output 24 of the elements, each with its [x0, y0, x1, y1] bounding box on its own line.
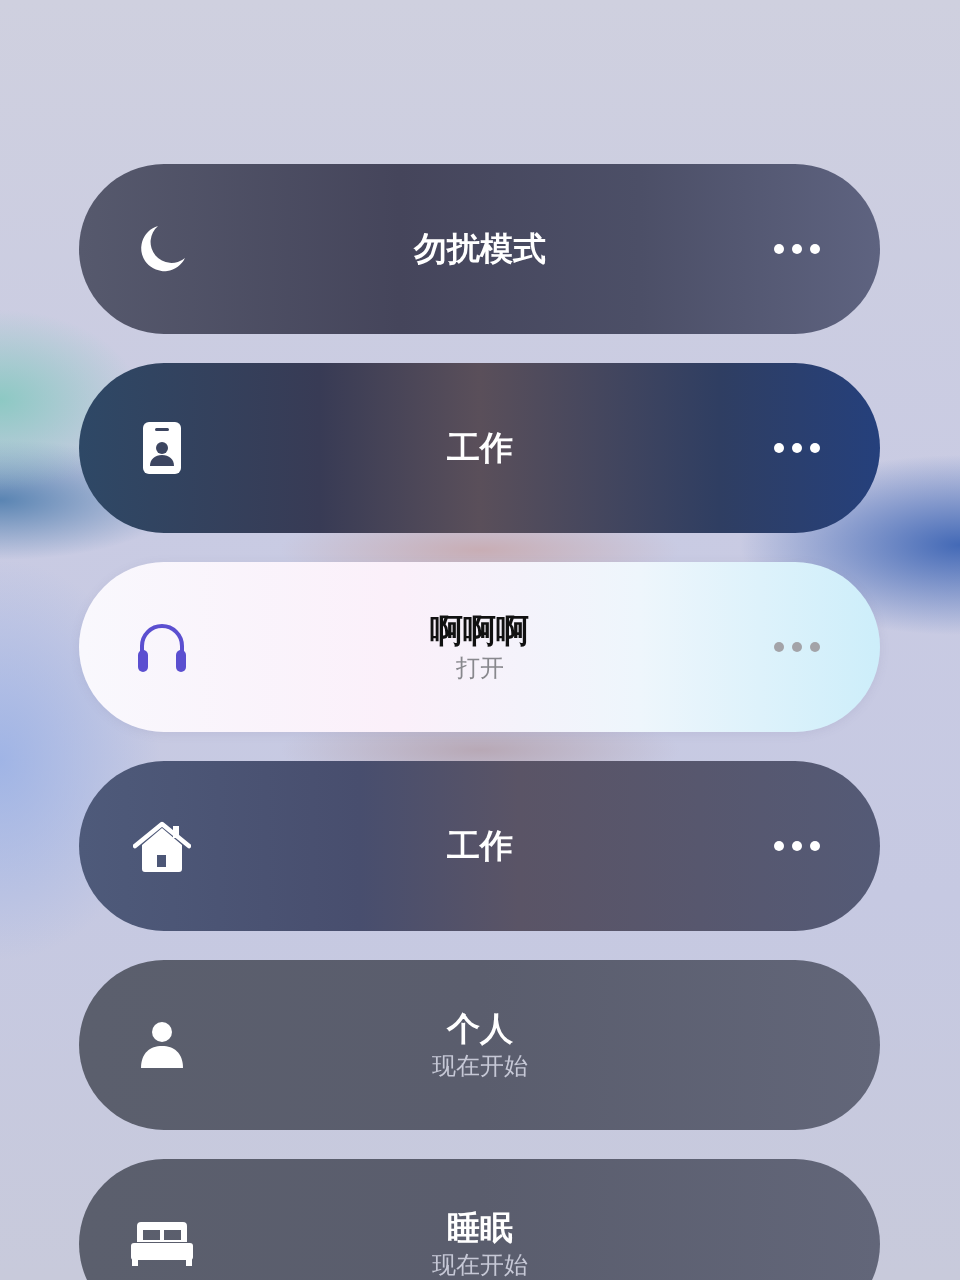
mode-title: 啊啊啊 — [430, 611, 529, 651]
headphones-icon — [137, 621, 187, 673]
mode-status: 现在开始 — [431, 1250, 528, 1280]
moon-icon — [138, 225, 186, 273]
focus-mode-item[interactable]: 勿扰模式 — [79, 164, 880, 334]
focus-mode-item[interactable]: 个人 现在开始 — [79, 960, 880, 1130]
mode-title: 勿扰模式 — [413, 229, 546, 269]
more-icon[interactable] — [774, 443, 820, 453]
house-icon — [133, 820, 191, 872]
focus-mode-item[interactable]: 啊啊啊 打开 — [79, 562, 880, 732]
mode-title: 工作 — [446, 428, 513, 468]
mode-status: 打开 — [455, 653, 504, 683]
focus-mode-item[interactable]: 工作 — [79, 363, 880, 533]
more-icon[interactable] — [774, 244, 820, 254]
bed-icon — [131, 1222, 193, 1266]
mode-status: 现在开始 — [431, 1051, 528, 1081]
mode-title: 睡眠 — [446, 1208, 513, 1248]
focus-mode-item[interactable]: 睡眠 现在开始 — [79, 1159, 880, 1280]
mode-title: 个人 — [446, 1009, 513, 1049]
mode-title: 工作 — [446, 826, 513, 866]
focus-mode-item[interactable]: 工作 — [79, 761, 880, 931]
more-icon[interactable] — [774, 841, 820, 851]
person-icon — [141, 1022, 183, 1068]
id-badge-icon — [143, 422, 181, 474]
